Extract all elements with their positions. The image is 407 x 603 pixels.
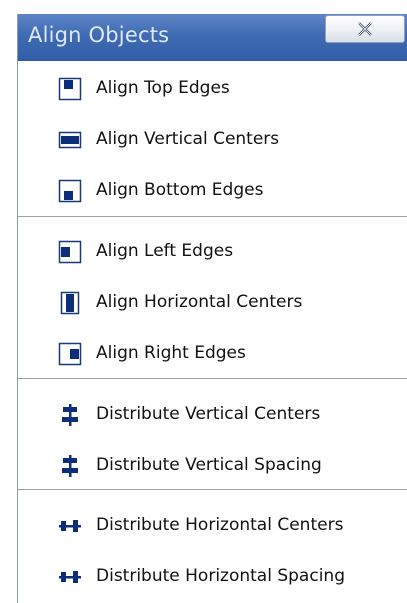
- menu-item-align-top-edges[interactable]: Align Top Edges: [18, 68, 407, 108]
- menu-item-label: Align Bottom Edges: [96, 180, 264, 200]
- align-right-icon: [58, 342, 82, 366]
- align-top-icon: [58, 77, 82, 101]
- align-horizontal-centers-icon: [60, 291, 80, 315]
- menu-item-align-horizontal-centers[interactable]: Align Horizontal Centers: [18, 282, 407, 322]
- align-bottom-icon: [58, 179, 82, 203]
- menu-item-distribute-horizontal-spacing[interactable]: Distribute Horizontal Spacing: [18, 556, 407, 596]
- separator: [18, 216, 407, 218]
- distribute-horizontal-centers-icon: [59, 520, 81, 532]
- menu-item-align-vertical-centers[interactable]: Align Vertical Centers: [18, 119, 407, 159]
- menu-item-label: Align Right Edges: [96, 343, 246, 363]
- menu-item-align-left-edges[interactable]: Align Left Edges: [18, 231, 407, 271]
- menu-item-label: Align Horizontal Centers: [96, 292, 303, 312]
- menu-item-distribute-vertical-centers[interactable]: Distribute Vertical Centers: [18, 394, 407, 434]
- close-icon: [358, 22, 372, 36]
- menu-item-distribute-horizontal-centers[interactable]: Distribute Horizontal Centers: [18, 505, 407, 545]
- menu-item-label: Distribute Vertical Spacing: [96, 455, 322, 475]
- menu-item-label: Align Vertical Centers: [96, 129, 280, 149]
- close-button[interactable]: [325, 15, 405, 43]
- menu-item-label: Align Top Edges: [96, 78, 230, 98]
- separator: [18, 378, 407, 380]
- window-title: Align Objects: [28, 23, 170, 47]
- menu-item-label: Align Left Edges: [96, 241, 234, 261]
- distribute-horizontal-spacing-icon: [59, 571, 81, 583]
- align-left-icon: [58, 240, 82, 264]
- menu-item-align-right-edges[interactable]: Align Right Edges: [18, 333, 407, 373]
- distribute-vertical-spacing-icon: [62, 455, 78, 477]
- align-objects-panel: Align Objects Align Top Edges Align Vert…: [17, 14, 407, 603]
- title-bar[interactable]: Align Objects: [18, 14, 407, 61]
- align-vertical-centers-icon: [58, 131, 82, 149]
- menu-item-distribute-vertical-spacing[interactable]: Distribute Vertical Spacing: [18, 445, 407, 485]
- menu-item-label: Distribute Horizontal Spacing: [96, 566, 345, 586]
- menu-item-align-bottom-edges[interactable]: Align Bottom Edges: [18, 170, 407, 210]
- separator: [18, 489, 407, 491]
- menu-item-label: Distribute Vertical Centers: [96, 404, 321, 424]
- menu-item-label: Distribute Horizontal Centers: [96, 515, 344, 535]
- distribute-vertical-centers-icon: [62, 404, 78, 426]
